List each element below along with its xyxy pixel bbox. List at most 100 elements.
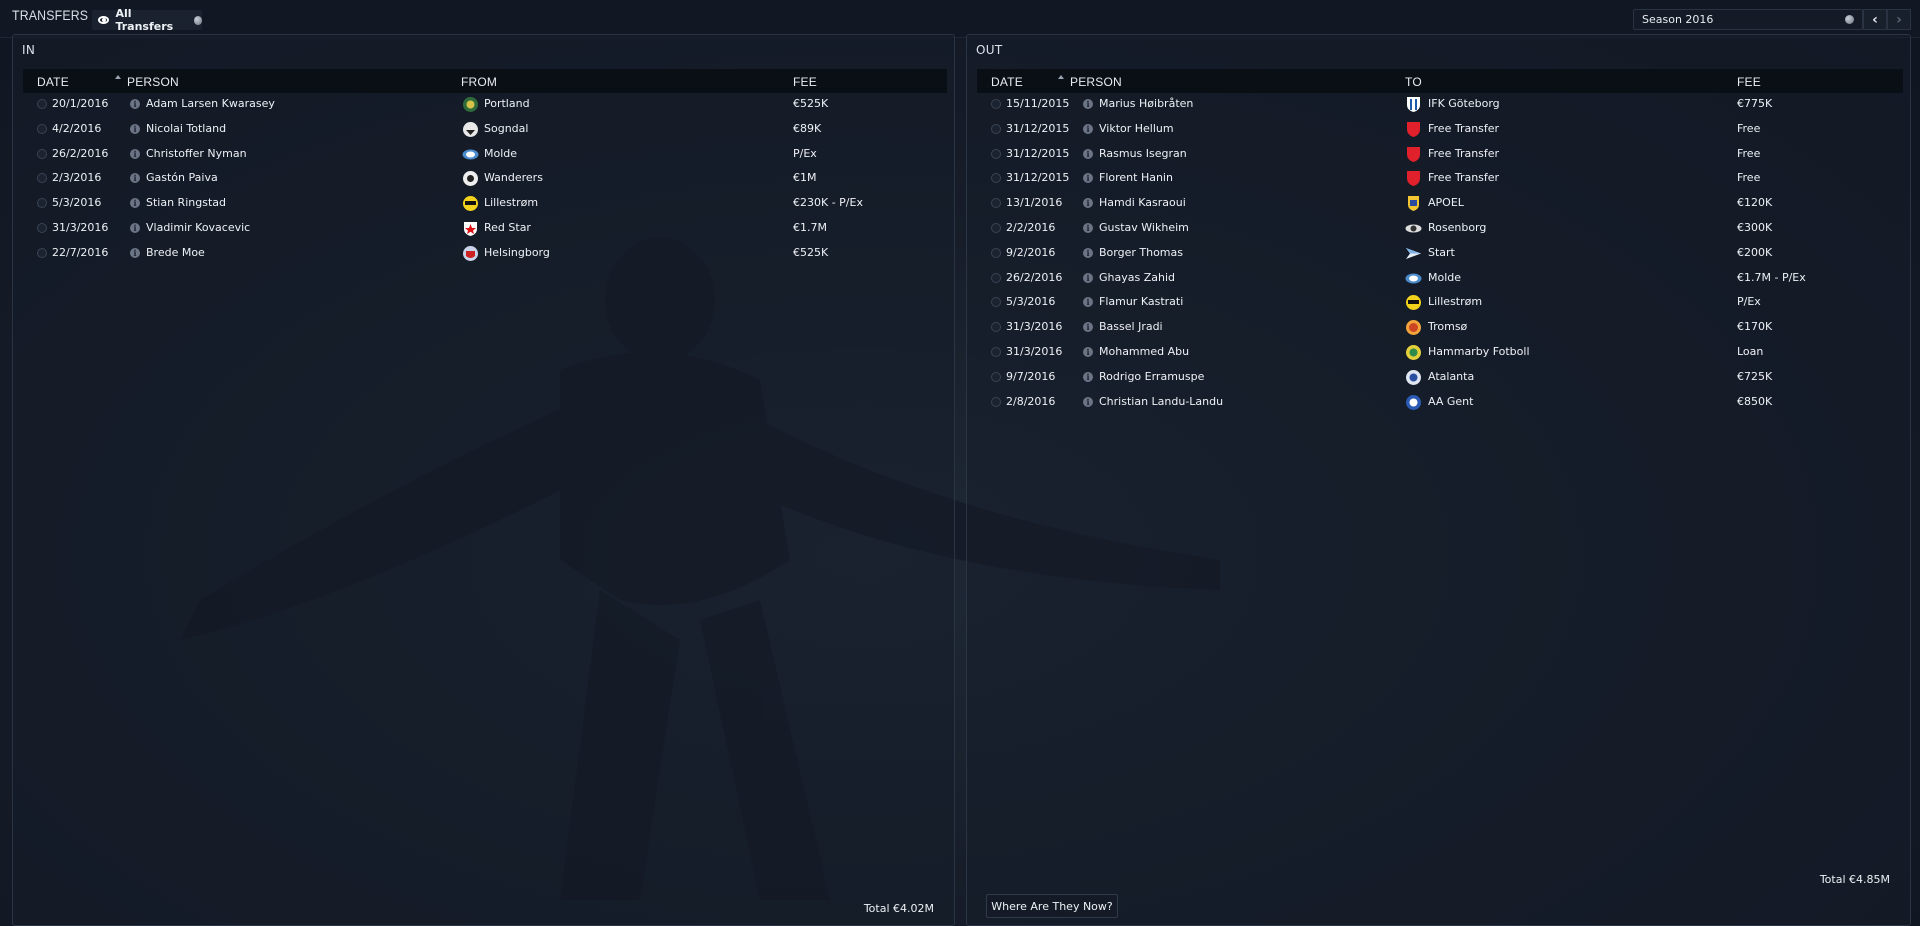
table-row[interactable]: 26/2/2016 i Christoffer Nyman Molde P/Ex bbox=[23, 143, 947, 167]
row-select-icon[interactable] bbox=[991, 173, 1001, 184]
club-name-link[interactable]: Lillestrøm bbox=[484, 196, 538, 209]
info-icon[interactable]: i bbox=[1083, 322, 1093, 333]
row-select-icon[interactable] bbox=[991, 371, 1001, 382]
player-name-link[interactable]: Gustav Wikheim bbox=[1099, 221, 1189, 234]
club-name-link[interactable]: Red Star bbox=[484, 221, 531, 234]
info-icon[interactable]: i bbox=[1083, 173, 1093, 184]
player-name-link[interactable]: Ghayas Zahid bbox=[1099, 271, 1175, 284]
club-name-link[interactable]: APOEL bbox=[1428, 196, 1464, 209]
player-name-link[interactable]: Flamur Kastrati bbox=[1099, 295, 1183, 308]
all-transfers-filter-button[interactable]: All Transfers bbox=[92, 7, 202, 33]
info-icon[interactable]: i bbox=[1083, 247, 1093, 258]
player-name-link[interactable]: Gastón Paiva bbox=[146, 171, 218, 184]
player-name-link[interactable]: Brede Moe bbox=[146, 246, 205, 259]
player-name-link[interactable]: Vladimir Kovacevic bbox=[146, 221, 250, 234]
player-name-link[interactable]: Hamdi Kasraoui bbox=[1099, 196, 1186, 209]
info-icon[interactable]: i bbox=[1083, 347, 1093, 357]
column-header-date[interactable]: DATE bbox=[991, 75, 1023, 89]
row-select-icon[interactable] bbox=[991, 223, 1001, 233]
row-select-icon[interactable] bbox=[991, 198, 1001, 209]
table-row[interactable]: 13/1/2016 i Hamdi Kasraoui APOEL €120K bbox=[977, 192, 1903, 216]
player-name-link[interactable]: Viktor Hellum bbox=[1099, 122, 1174, 135]
table-row[interactable]: 31/12/2015 i Viktor Hellum Free Transfer Fre… bbox=[977, 118, 1903, 142]
info-icon[interactable]: i bbox=[1083, 198, 1093, 209]
club-name-link[interactable]: Start bbox=[1428, 246, 1455, 259]
table-row[interactable]: 5/3/2016 i Flamur Kastrati Lillestrøm P/Ex bbox=[977, 291, 1903, 315]
info-icon[interactable]: i bbox=[1083, 297, 1093, 308]
row-select-icon[interactable] bbox=[37, 198, 47, 209]
table-row[interactable]: 31/12/2015 i Florent Hanin Free Transfer Fre… bbox=[977, 167, 1903, 191]
table-row[interactable]: 2/3/2016 i Gastón Paiva Wanderers €1M bbox=[23, 167, 947, 191]
row-select-icon[interactable] bbox=[991, 148, 1001, 159]
club-name-link[interactable]: Sogndal bbox=[484, 122, 528, 135]
info-icon[interactable]: i bbox=[130, 173, 140, 184]
row-select-icon[interactable] bbox=[991, 247, 1001, 258]
next-season-button[interactable]: › bbox=[1887, 9, 1911, 30]
club-name-link[interactable]: Hammarby Fotboll bbox=[1428, 345, 1530, 358]
club-name-link[interactable]: Helsingborg bbox=[484, 246, 550, 259]
column-header-to[interactable]: TO bbox=[1405, 75, 1422, 89]
column-header-person[interactable]: PERSON bbox=[127, 75, 179, 89]
info-icon[interactable]: i bbox=[130, 198, 140, 209]
table-row[interactable]: 31/3/2016 i Mohammed Abu Hammarby Fotboll Lo… bbox=[977, 341, 1903, 365]
row-select-icon[interactable] bbox=[991, 99, 1001, 109]
table-row[interactable]: 31/3/2016 i Vladimir Kovacevic Red Star €1.7… bbox=[23, 217, 947, 241]
table-row[interactable]: 2/2/2016 i Gustav Wikheim Rosenborg €300K bbox=[977, 217, 1903, 241]
info-icon[interactable]: i bbox=[130, 247, 140, 258]
row-select-icon[interactable] bbox=[991, 272, 1001, 283]
table-row[interactable]: 5/3/2016 i Stian Ringstad Lillestrøm €230K -… bbox=[23, 192, 947, 216]
info-icon[interactable]: i bbox=[130, 99, 140, 109]
row-select-icon[interactable] bbox=[37, 148, 47, 159]
row-select-icon[interactable] bbox=[37, 247, 47, 258]
table-row[interactable]: 20/1/2016 i Adam Larsen Kwarasey Portland €5… bbox=[23, 93, 947, 117]
row-select-icon[interactable] bbox=[991, 123, 1001, 134]
club-name-link[interactable]: Rosenborg bbox=[1428, 221, 1486, 234]
table-row[interactable]: 4/2/2016 i Nicolai Totland Sogndal €89K bbox=[23, 118, 947, 142]
info-icon[interactable]: i bbox=[1083, 396, 1093, 407]
row-select-icon[interactable] bbox=[991, 297, 1001, 308]
table-row[interactable]: 22/7/2016 i Brede Moe Helsingborg €525K bbox=[23, 242, 947, 266]
row-select-icon[interactable] bbox=[991, 396, 1001, 407]
info-icon[interactable]: i bbox=[1083, 272, 1093, 283]
row-select-icon[interactable] bbox=[37, 99, 47, 109]
column-header-from[interactable]: FROM bbox=[461, 75, 497, 89]
club-name-link[interactable]: Molde bbox=[484, 147, 517, 160]
column-header-fee[interactable]: FEE bbox=[793, 75, 817, 89]
info-icon[interactable]: i bbox=[1083, 99, 1093, 109]
club-name-link[interactable]: AA Gent bbox=[1428, 395, 1473, 408]
column-header-person[interactable]: PERSON bbox=[1070, 75, 1122, 89]
info-icon[interactable]: i bbox=[130, 123, 140, 134]
table-row[interactable]: 9/7/2016 i Rodrigo Erramuspe Atalanta €725K bbox=[977, 366, 1903, 390]
row-select-icon[interactable] bbox=[37, 123, 47, 134]
row-select-icon[interactable] bbox=[991, 322, 1001, 333]
info-icon[interactable]: i bbox=[130, 148, 140, 159]
club-name-link[interactable]: Molde bbox=[1428, 271, 1461, 284]
club-name-link[interactable]: Free Transfer bbox=[1428, 171, 1499, 184]
player-name-link[interactable]: Stian Ringstad bbox=[146, 196, 226, 209]
table-row[interactable]: 9/2/2016 i Borger Thomas Start €200K bbox=[977, 242, 1903, 266]
player-name-link[interactable]: Florent Hanin bbox=[1099, 171, 1173, 184]
info-icon[interactable]: i bbox=[1083, 123, 1093, 134]
info-icon[interactable]: i bbox=[130, 223, 140, 233]
player-name-link[interactable]: Christian Landu-Landu bbox=[1099, 395, 1223, 408]
player-name-link[interactable]: Adam Larsen Kwarasey bbox=[146, 97, 275, 110]
row-select-icon[interactable] bbox=[37, 173, 47, 184]
club-name-link[interactable]: Wanderers bbox=[484, 171, 543, 184]
player-name-link[interactable]: Rasmus Isegran bbox=[1099, 147, 1187, 160]
season-selector[interactable]: Season 2016 bbox=[1633, 9, 1863, 30]
table-row[interactable]: 26/2/2016 i Ghayas Zahid Molde €1.7M - P/Ex bbox=[977, 267, 1903, 291]
row-select-icon[interactable] bbox=[37, 223, 47, 233]
club-name-link[interactable]: IFK Göteborg bbox=[1428, 97, 1500, 110]
player-name-link[interactable]: Nicolai Totland bbox=[146, 122, 226, 135]
table-row[interactable]: 2/8/2016 i Christian Landu-Landu AA Gent €85… bbox=[977, 391, 1903, 415]
info-icon[interactable]: i bbox=[1083, 371, 1093, 382]
table-row[interactable]: 31/12/2015 i Rasmus Isegran Free Transfer Fr… bbox=[977, 143, 1903, 167]
info-icon[interactable]: i bbox=[1083, 148, 1093, 159]
player-name-link[interactable]: Rodrigo Erramuspe bbox=[1099, 370, 1204, 383]
club-name-link[interactable]: Tromsø bbox=[1428, 320, 1467, 333]
player-name-link[interactable]: Borger Thomas bbox=[1099, 246, 1183, 259]
club-name-link[interactable]: Atalanta bbox=[1428, 370, 1474, 383]
where-are-they-now-button[interactable]: Where Are They Now? bbox=[986, 894, 1118, 918]
club-name-link[interactable]: Portland bbox=[484, 97, 530, 110]
info-icon[interactable]: i bbox=[1083, 223, 1093, 233]
